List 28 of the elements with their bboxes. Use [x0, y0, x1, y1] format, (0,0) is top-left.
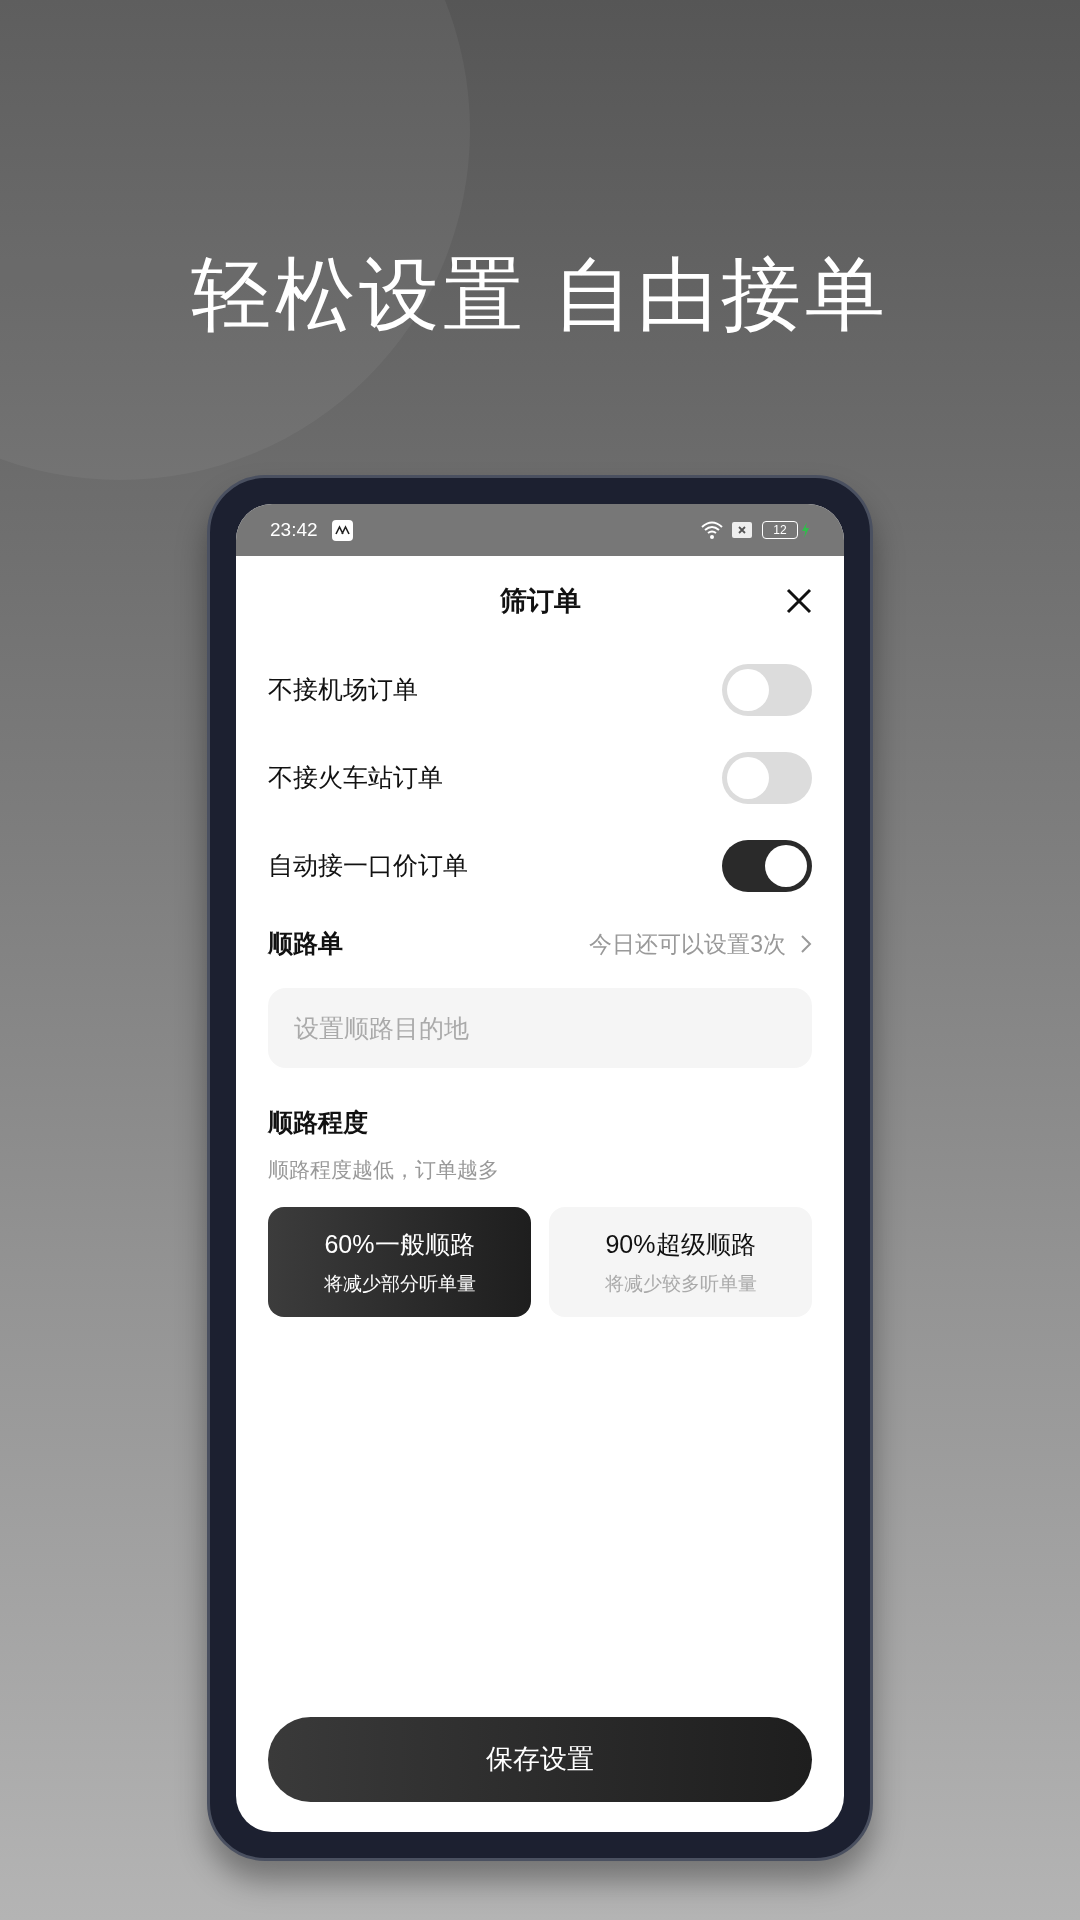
toggle-label: 不接火车站订单: [268, 762, 443, 794]
destination-field[interactable]: 设置顺路目的地: [268, 988, 812, 1068]
route-option[interactable]: 90%超级顺路 将减少较多听单量: [549, 1207, 812, 1317]
option-title: 60%一般顺路: [324, 1229, 475, 1260]
headline: 轻松设置 自由接单: [190, 255, 890, 335]
degree-subtitle: 顺路程度越低，订单越多: [268, 1156, 500, 1183]
toggle-label: 自动接一口价订单: [268, 850, 468, 882]
toggle-switch[interactable]: [722, 752, 812, 804]
toggle-switch[interactable]: [722, 840, 812, 892]
route-hint: 今日还可以设置3次: [589, 929, 786, 959]
save-button[interactable]: 保存设置: [268, 1717, 812, 1802]
option-note: 将减少部分听单量: [323, 1271, 476, 1296]
route-label: 顺路单: [268, 928, 343, 960]
degree-title: 顺路程度: [268, 1107, 369, 1138]
charging-icon: [801, 522, 810, 538]
close-icon[interactable]: [786, 588, 812, 614]
status-time: 23:42: [270, 517, 318, 542]
battery-indicator: 12: [762, 521, 798, 539]
sheet-title: 筛订单: [499, 584, 581, 618]
wifi-icon: [700, 520, 724, 540]
sim-icon: [732, 522, 752, 538]
toggle-label: 不接机场订单: [268, 674, 418, 706]
chevron-right-icon[interactable]: [800, 934, 812, 954]
toggle-switch[interactable]: [722, 664, 812, 716]
option-note: 将减少较多听单量: [604, 1271, 757, 1296]
option-title: 90%超级顺路: [605, 1229, 756, 1260]
route-option[interactable]: 60%一般顺路 将减少部分听单量: [268, 1207, 531, 1317]
app-icon: [331, 519, 353, 541]
